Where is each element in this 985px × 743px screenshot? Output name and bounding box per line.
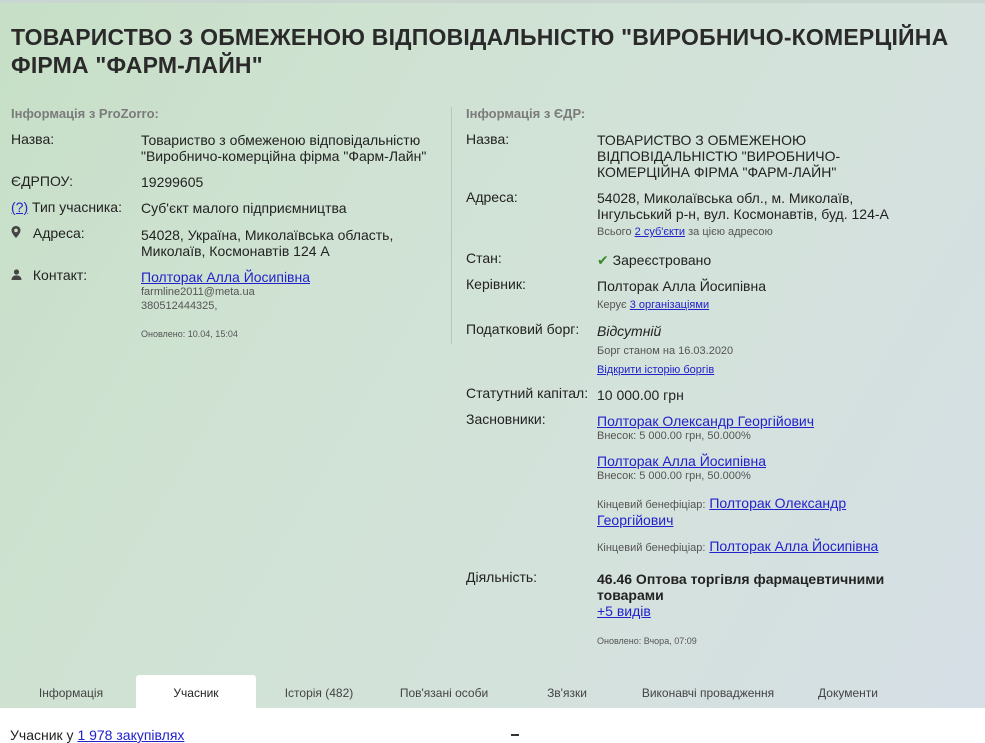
tax-debt-note: Борг станом на 16.03.2020 [597,345,734,357]
tab-related-persons[interactable]: Пов'язані особи [384,675,504,711]
participation-summary: Учасник у 1 978 закупівлях [10,727,184,743]
contact-label-text: Контакт: [32,267,88,283]
prozorro-name-label: Назва: [11,131,55,147]
edr-name-value: ТОВАРИСТВО З ОБМЕЖЕНОЮ ВІДПОВІДАЛЬНІСТЮ … [597,132,977,180]
beneficiary-label: Кінцевий бенефіціар: [597,542,706,554]
prozorro-address-text: Адреса: [32,225,85,241]
founder-share: Внесок: 5 000.00 грн, 50.000% [597,470,751,482]
address-note-post: за цією адресою [688,226,773,238]
state-label: Стан: [466,250,502,266]
contact-label: Контакт: [11,267,87,283]
activity-value: 46.46 Оптова торгівля фармацевтичними то… [597,571,977,649]
type-help-link[interactable]: (?) [11,199,28,215]
capital-label: Статутний капітал: [466,385,589,401]
tab-bar: Інформація Учасник Історія (482) Пов'яза… [0,675,985,712]
tab-documents[interactable]: Документи [796,675,900,711]
debt-history-link[interactable]: Відкрити історію боргів [597,363,733,377]
edrpou-value: 19299605 [141,174,204,190]
prozorro-name-line: Товариство з обмеженою відповідальністю [141,132,421,148]
beneficiary-row: Кінцевий бенефіціар: Полторак Алла Йосип… [597,538,977,555]
activity-main: 46.46 Оптова торгівля фармацевтичними [597,571,885,587]
prozorro-updated: Оновлено: 10.04, 15:04 [141,329,238,339]
edr-address-note: Всього 2 суб'єкти за цією адресою [597,225,977,239]
edr-name-label: Назва: [466,131,510,147]
tab-connections[interactable]: Зв'язки [512,675,622,711]
prozorro-address-value: 54028, Україна, Миколаївська область, Ми… [141,227,441,259]
tab-history[interactable]: Історія (482) [260,675,378,711]
edr-updated: Оновлено: Вчора, 07:09 [597,636,697,646]
edr-address-line: 54028, Миколаївська обл., м. Миколаїв, [597,190,854,206]
user-icon [11,269,23,283]
address-note-pre: Всього [597,226,632,238]
participant-type-text: Тип учасника: [32,199,122,215]
participant-type-value: Суб'єкт малого підприємництва [141,200,347,216]
edr-heading: Інформація з ЄДР: [466,106,586,121]
page-title: ТОВАРИСТВО З ОБМЕЖЕНОЮ ВІДПОВІДАЛЬНІСТЮ … [11,24,949,78]
tax-debt-status: Відсутній [597,323,662,339]
founder-share: Внесок: 5 000.00 грн, 50.000% [597,430,751,442]
activity-label: Діяльність: [466,569,538,585]
edr-name-line: ВІДПОВІДАЛЬНІСТЮ "ВИРОБНИЧО- [597,148,841,164]
same-address-link[interactable]: 2 суб'єкти [635,226,685,238]
contact-name-link[interactable]: Полторак Алла Йосипівна [141,269,310,285]
head-note: Керує 3 організаціями [597,298,766,312]
beneficiary-row: Кінцевий бенефіціар: Полторак Олександр … [597,495,977,528]
prozorro-heading: Інформація з ProZorro: [11,106,159,121]
beneficiary-link[interactable]: Полторак Олександр [709,495,846,511]
edr-address-label: Адреса: [466,189,518,205]
map-marker-icon [11,226,23,241]
edr-name-line: ТОВАРИСТВО З ОБМЕЖЕНОЮ [597,132,807,148]
edr-name-line: КОМЕРЦІЙНА ФІРМА "ФАРМ-ЛАЙН" [597,164,837,180]
head-organizations-link[interactable]: 3 організаціями [630,299,709,311]
contact-phone: 380512444325, [141,300,218,312]
founder-link[interactable]: Полторак Алла Йосипівна [597,453,977,469]
tab-participant[interactable]: Учасник [136,675,256,712]
head-name: Полторак Алла Йосипівна [597,278,767,294]
check-icon: ✔ [597,252,609,268]
activity-main-cont: товарами [597,587,664,603]
founders-list: Полторак Олександр Георгійович Внесок: 5… [597,413,977,555]
edrpou-label: ЄДРПОУ: [11,173,74,189]
tab-enforcement[interactable]: Виконавчі провадження [626,675,790,711]
company-header-panel: ТОВАРИСТВО З ОБМЕЖЕНОЮ ВІДПОВІДАЛЬНІСТЮ … [0,3,985,712]
prozorro-address-label: Адреса: [11,225,85,241]
participation-pre: Учасник у [10,727,74,743]
contact-value: Полторак Алла Йосипівна farmline2011@met… [141,269,310,342]
state-value: ✔ Зареєстровано [597,252,711,268]
column-divider [451,107,452,344]
activity-more-link[interactable]: +5 видів [597,603,977,619]
tax-debt-value: Відсутній Борг станом на 16.03.2020 Відк… [597,323,733,377]
capital-value: 10 000.00 грн [597,387,684,403]
edr-address-line: Інгульський р-н, вул. Космонавтів, буд. … [597,206,889,222]
founder-link[interactable]: Полторак Олександр Георгійович [597,413,977,429]
tenders-count-link[interactable]: 1 978 закупівлях [77,727,184,743]
head-label: Керівник: [466,276,526,292]
beneficiary-link[interactable]: Полторак Алла Йосипівна [709,538,878,554]
tab-information[interactable]: Інформація [10,675,132,711]
beneficiary-label: Кінцевий бенефіціар: [597,499,706,511]
address-line: 54028, Україна, Миколаївська область, [141,227,394,243]
beneficiary-link-cont[interactable]: Георгійович [597,512,977,528]
separator-dash [511,734,519,736]
state-text: Зареєстровано [612,252,712,268]
head-note-pre: Керує [597,299,627,311]
founders-label: Засновники: [466,411,546,427]
head-value: Полторак Алла Йосипівна Керує 3 організа… [597,278,766,312]
prozorro-name-value: Товариство з обмеженою відповідальністю … [141,132,441,164]
address-line: Миколаїв, Космонавтів 124 А [141,243,330,259]
edr-address-value: 54028, Миколаївська обл., м. Миколаїв, І… [597,190,977,239]
tax-debt-label: Податковий борг: [466,321,580,337]
prozorro-name-line: "Виробничо-комерційна фірма "Фарм-Лайн" [141,148,427,164]
participant-type-label: (?) Тип учасника: [11,199,122,215]
contact-email: farmline2011@meta.ua [141,286,255,298]
